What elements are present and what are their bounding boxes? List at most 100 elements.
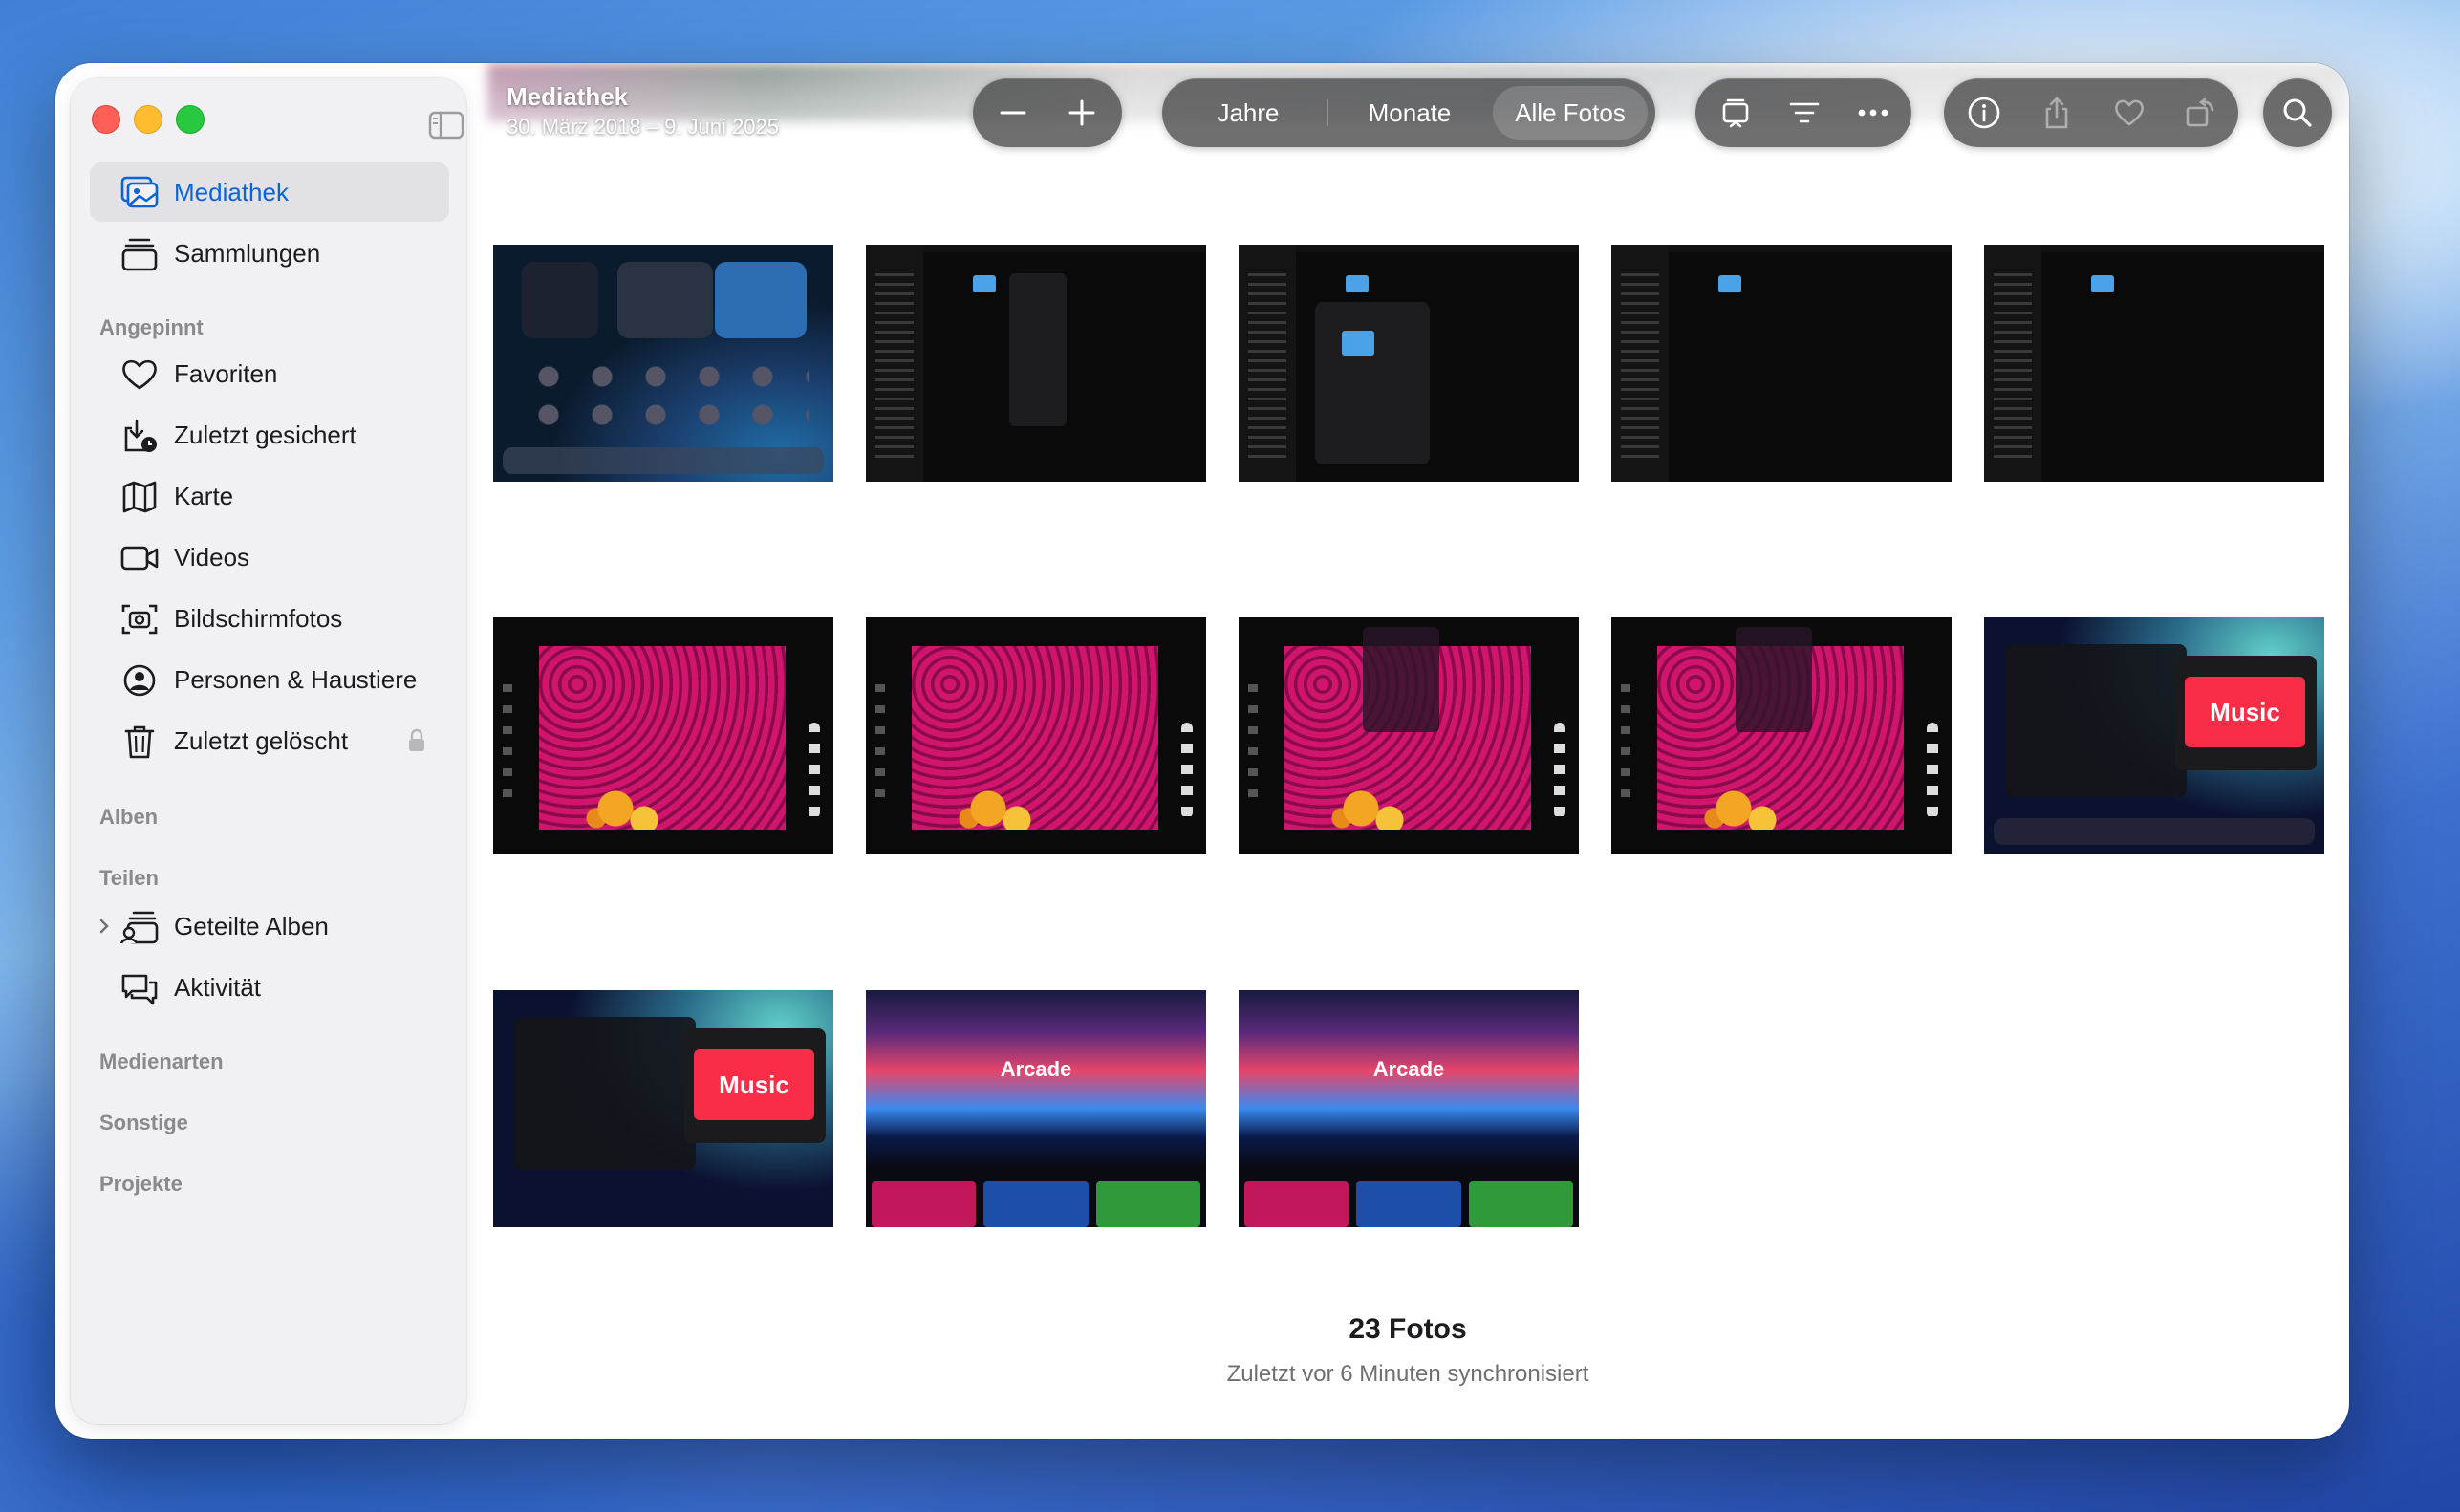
sidebar-item-label: Mediathek [174,177,289,206]
folder-icon [2091,275,2114,292]
activity-icon [121,974,158,1005]
flower-photo [539,646,786,830]
photo-thumbnail[interactable] [866,245,1206,482]
sidebar-item-recently-deleted[interactable]: Zuletzt gelöscht [90,711,449,770]
zoom-button[interactable] [176,105,205,134]
section-projects[interactable]: Projekte [99,1172,183,1197]
flower-photo [912,646,1158,830]
photos-window: Mediathek 30. März 2018 – 9. Juni 2025 J… [55,63,2349,1439]
share-button[interactable] [2020,78,2093,147]
rotate-button[interactable] [2166,78,2234,147]
segment-years[interactable]: Jahre [1172,78,1325,147]
heart-icon [122,359,157,390]
arcade-title: Arcade [1000,1057,1072,1081]
favorite-icon [2115,99,2144,126]
recently-saved-icon [124,419,157,452]
filter-button[interactable] [1770,78,1839,147]
tool-column [1621,684,1630,799]
tool-column [875,684,885,799]
music-text: Music [2210,697,2280,726]
section-media-types[interactable]: Medienarten [99,1049,224,1074]
zoom-in-icon [1068,99,1095,126]
favorite-button[interactable] [2093,78,2166,147]
slideshow-button[interactable] [1701,78,1770,147]
sidebar-item-label: Zuletzt gelöscht [174,725,349,755]
sidebar-item-label: Favoriten [174,358,278,388]
section-pinned: Angepinnt [99,315,204,339]
sidebar-item-videos[interactable]: Videos [90,528,449,587]
adjust-column [809,723,820,818]
photo-thumbnail[interactable] [866,617,1206,854]
sidebar-item-library[interactable]: Mediathek [90,162,449,222]
photo-thumbnail[interactable] [1239,245,1579,482]
zoom-out-icon [1000,111,1026,115]
slideshow-icon [1722,98,1749,128]
chevron-right-icon[interactable] [97,918,111,935]
map-icon [122,481,157,513]
photo-thumbnail[interactable] [1611,245,1952,482]
tool-column [1248,684,1258,799]
apple-music-banner: Music [694,1049,814,1120]
search-button[interactable] [2263,78,2332,147]
sidebar-icon [428,111,464,140]
zoom-in-button[interactable] [1051,78,1112,147]
sidebar-item-activity[interactable]: Aktivität [90,958,449,1017]
sidebar-lines [1621,273,1659,464]
photo-thumbnail[interactable] [1239,617,1579,854]
widget [617,262,713,338]
person-icon [123,664,156,697]
widget [522,262,598,338]
sync-status: Zuletzt vor 6 Minuten synchronisiert [1226,1361,1589,1387]
sidebar-item-favorites[interactable]: Favoriten [90,344,449,403]
apple-music-banner: Music [2185,677,2305,747]
calendar-panel [514,1017,696,1170]
sidebar-item-people-pets[interactable]: Personen & Haustiere [90,650,449,709]
lock-icon [409,728,424,751]
photo-thumbnail[interactable]: Music [493,990,833,1227]
page-title: Mediathek [507,82,629,111]
segment-months[interactable]: Monate [1330,78,1489,147]
section-other[interactable]: Sonstige [99,1111,188,1135]
photo-thumbnail[interactable] [493,245,833,482]
sidebar-item-shared-albums[interactable]: Geteilte Alben [90,896,449,956]
info-button[interactable] [1948,78,2020,147]
photo-thumbnail[interactable]: Music [1984,617,2324,854]
adjust-column [1554,723,1565,818]
folder-icon [1718,275,1741,292]
sidebar-item-label: Zuletzt gesichert [174,420,356,449]
dock [503,447,824,474]
photo-actions [1944,78,2238,147]
section-albums[interactable]: Alben [99,805,158,830]
context-menu [1009,273,1067,426]
game-tile [1244,1181,1349,1227]
filter-icon [1789,102,1820,123]
sidebar-lines [1248,273,1286,464]
photo-thumbnail[interactable]: Arcade [1239,990,1579,1227]
tool-column [503,684,512,799]
game-tile [1356,1181,1461,1227]
photo-thumbnail[interactable] [493,617,833,854]
sidebar-item-recently-saved[interactable]: Zuletzt gesichert [90,405,449,464]
close-button[interactable] [92,105,120,134]
folder-icon [1342,331,1374,356]
sidebar-item-screenshots[interactable]: Bildschirmfotos [90,589,449,648]
segment-all-photos-label: Alle Fotos [1515,97,1626,127]
segment-all-photos[interactable]: Alle Fotos [1493,78,1648,147]
more-button[interactable] [1839,78,1908,147]
menu-overlay [1363,627,1439,732]
sidebar-item-map[interactable]: Karte [90,466,449,526]
segment-years-label: Jahre [1217,97,1280,127]
rotate-icon [2186,97,2214,127]
sidebar-toggle-button[interactable] [428,111,464,140]
sidebar-item-collections[interactable]: Sammlungen [90,224,449,283]
photo-thumbnail[interactable] [1984,245,2324,482]
sidebar-item-label: Videos [174,542,250,572]
zoom-out-button[interactable] [982,78,1044,147]
minimize-button[interactable] [134,105,162,134]
photo-thumbnail[interactable] [1611,617,1952,854]
music-text: Music [719,1069,789,1099]
game-tile [1095,1181,1200,1227]
photo-thumbnail[interactable]: Arcade [866,990,1206,1227]
sidebar: Mediathek Sammlungen Angepinnt Favoriten… [71,78,466,1424]
sidebar-item-label: Personen & Haustiere [174,664,418,694]
